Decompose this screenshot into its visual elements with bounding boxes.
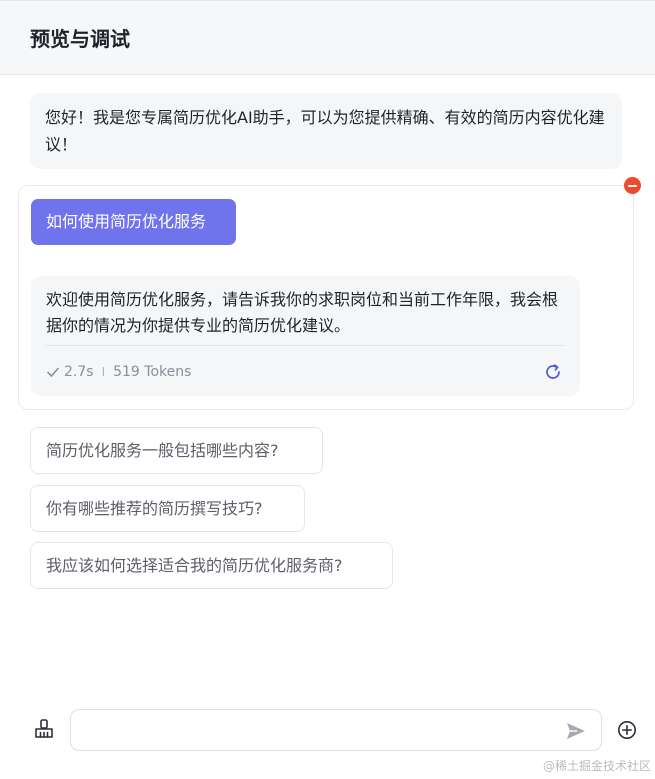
chat-input[interactable] (83, 716, 553, 744)
welcome-message: 您好！我是您专属简历优化AI助手，可以为您提供精确、有效的简历内容优化建议！ (30, 93, 622, 169)
preview-debug-panel: 预览与调试 您好！我是您专属简历优化AI助手，可以为您提供精确、有效的简历内容优… (0, 0, 655, 779)
answer-meta: 2.7s I 519 Tokens (46, 362, 191, 382)
page-title: 预览与调试 (30, 27, 130, 51)
user-question-bubble: 如何使用简历优化服务 (31, 199, 236, 245)
send-icon[interactable] (565, 720, 587, 742)
suggestion-item[interactable]: 你有哪些推荐的简历撰写技巧? (30, 485, 305, 532)
chat-input-box (70, 709, 602, 751)
response-time: 2.7s (64, 364, 94, 380)
answer-bubble: 欢迎使用简历优化服务，请告诉我你的求职岗位和当前工作年限，我会根据你的情况为你提… (31, 276, 580, 396)
check-icon (47, 367, 59, 377)
broom-icon[interactable] (33, 718, 55, 740)
token-count: 519 Tokens (113, 364, 192, 380)
divider (46, 345, 565, 346)
suggestion-item[interactable]: 简历优化服务一般包括哪些内容? (30, 427, 323, 474)
watermark: @稀土掘金技术社区 (542, 759, 651, 773)
meta-separator: I (101, 365, 106, 379)
answer-text: 欢迎使用简历优化服务，请告诉我你的求职岗位和当前工作年限，我会根据你的情况为你提… (46, 290, 559, 335)
header: 预览与调试 (0, 0, 655, 75)
remove-icon[interactable] (624, 177, 641, 194)
refresh-icon[interactable] (544, 363, 562, 381)
suggestion-item[interactable]: 我应该如何选择适合我的简历优化服务商? (30, 542, 393, 589)
plus-circle-icon[interactable] (617, 720, 637, 740)
